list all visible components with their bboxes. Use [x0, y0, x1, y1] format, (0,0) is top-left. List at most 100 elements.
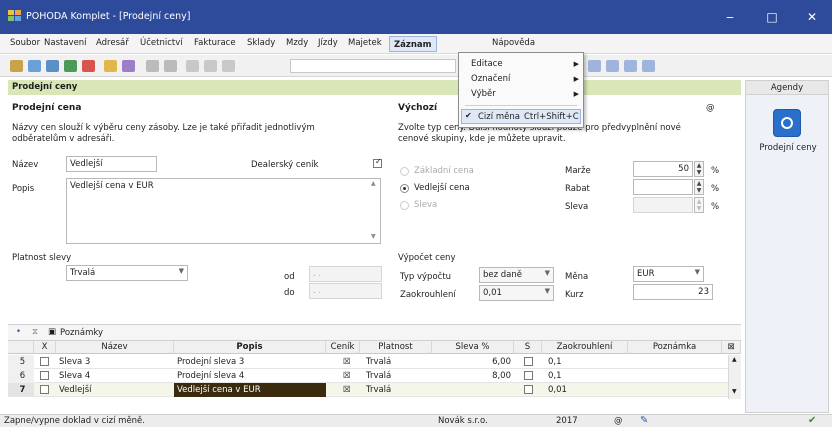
filter-icon[interactable] [104, 60, 117, 72]
at-icon: @ [706, 103, 715, 113]
dealer-checkbox[interactable]: ✓ [373, 157, 382, 168]
row-checkbox[interactable] [40, 385, 49, 394]
calc-title: Výpočet ceny [398, 253, 456, 263]
pohoda-logo-icon[interactable] [773, 109, 801, 137]
header-note[interactable]: Poznámka [628, 341, 722, 354]
tab-notes[interactable]: Poznámky [60, 328, 103, 338]
menu-item-editace[interactable]: Editace [471, 59, 503, 69]
disk-icon[interactable] [186, 60, 199, 72]
row-checkbox[interactable] [40, 371, 49, 380]
header-rounding[interactable]: Zaokrouhlení [542, 341, 628, 354]
rabat-field[interactable] [633, 179, 693, 195]
radio-side-price[interactable] [400, 184, 409, 193]
filter-funnel-icon[interactable]: ⧖ [32, 327, 38, 337]
validity-title: Platnost slevy [12, 253, 72, 263]
menu-item-vyber[interactable]: Výběr [471, 89, 496, 99]
menu-soubor[interactable]: Soubor [10, 38, 40, 48]
view-icon[interactable] [588, 60, 601, 72]
menu-jizdy[interactable]: Jízdy [318, 38, 338, 48]
zaznam-dropdown-menu: Editace ▶ Označení ▶ Výběr ▶ ✔ Cizí měna… [458, 52, 584, 128]
menu-zaznam[interactable]: Záznam [389, 36, 437, 52]
validity-select[interactable]: Trvalá ▼ [66, 265, 188, 281]
header-validity[interactable]: Platnost [360, 341, 432, 354]
header-s[interactable]: S [514, 341, 542, 354]
menu-item-oznaceni[interactable]: Označení [471, 74, 510, 84]
status-year: 2017 [556, 416, 578, 426]
minimize-button[interactable]: ‒ [710, 0, 750, 34]
radio-base-price[interactable] [400, 167, 409, 176]
status-at-icon: @ [614, 416, 623, 426]
round-select[interactable]: 0,01 ▼ [479, 285, 554, 301]
agenda-item-prodejni-ceny[interactable]: Prodejní ceny [746, 143, 830, 153]
disk-all-icon[interactable] [204, 60, 217, 72]
to-date-field[interactable]: . . [309, 283, 382, 299]
add-icon[interactable] [146, 60, 159, 72]
header-description[interactable]: Popis [174, 341, 326, 354]
scroll-down-icon[interactable]: ▼ [371, 233, 376, 240]
margin-field[interactable]: 50 [633, 161, 693, 177]
columns-icon[interactable]: ⊠ [722, 341, 741, 354]
menu-nastaveni[interactable]: Nastavení [44, 38, 87, 48]
menu-napoveda[interactable]: Nápověda [492, 38, 535, 48]
header-row-number [8, 341, 34, 354]
grid-scrollbar[interactable]: ▲ ▼ [728, 355, 741, 399]
sleva-spinner[interactable]: ▲ ▼ [694, 197, 704, 213]
print-icon[interactable] [64, 60, 77, 72]
table-row-selected[interactable]: 7 Vedlejší Vedlejší cena v EUR ☒ Trvalá … [8, 383, 741, 397]
table-row[interactable]: 5 Sleva 3 Prodejní sleva 3 ☒ Trvalá 6,00… [8, 355, 741, 369]
save-icon[interactable] [10, 60, 23, 72]
calc-type-select[interactable]: bez daně ▼ [479, 267, 554, 283]
sleva-percent: % [711, 202, 720, 212]
s-checkbox[interactable] [524, 385, 533, 394]
menu-adresar[interactable]: Adresář [96, 38, 129, 48]
data-grid: X Název Popis Ceník Platnost Sleva % S Z… [8, 341, 741, 413]
header-name[interactable]: Název [56, 341, 174, 354]
chevron-down-icon: ▼ [544, 287, 550, 295]
header-discount[interactable]: Sleva % [432, 341, 514, 354]
table-row[interactable]: 6 Sleva 4 Prodejní sleva 4 ☒ Trvalá 8,00… [8, 369, 741, 383]
maximize-button[interactable]: □ [752, 0, 792, 34]
sleva-field[interactable] [633, 197, 693, 213]
settings-icon[interactable] [642, 60, 655, 72]
desc-field[interactable]: Vedlejší cena v EUR [66, 178, 381, 244]
from-date-field[interactable]: . . [309, 266, 382, 282]
quick-search-input[interactable] [290, 59, 456, 73]
new-record-icon[interactable] [28, 60, 41, 72]
menu-majetek[interactable]: Majetek [348, 38, 382, 48]
edit-icon[interactable] [122, 60, 135, 72]
menu-bar: Soubor Nastavení Adresář Účetnictví Fakt… [0, 34, 832, 54]
table-view-icon[interactable] [606, 60, 619, 72]
scroll-up-icon[interactable]: ▲ [371, 180, 376, 187]
rabat-spinner[interactable]: ▲ ▼ [694, 179, 704, 195]
scroll-down-icon[interactable]: ▼ [732, 388, 737, 395]
menu-mzdy[interactable]: Mzdy [286, 38, 308, 48]
currency-select[interactable]: EUR ▼ [633, 266, 704, 282]
rate-field[interactable]: 23 [633, 284, 713, 300]
s-checkbox[interactable] [524, 371, 533, 380]
menu-ucetnictvi[interactable]: Účetnictví [140, 38, 183, 48]
copy-icon[interactable] [46, 60, 59, 72]
ok-check-icon: ✔ [808, 415, 817, 426]
close-button[interactable]: ✕ [792, 0, 832, 34]
panel-title: Prodejní ceny [8, 80, 741, 95]
header-x[interactable]: X [34, 341, 56, 354]
clipboard-icon[interactable] [222, 60, 235, 72]
menu-sklady[interactable]: Sklady [247, 38, 275, 48]
delete-icon[interactable] [82, 60, 95, 72]
pohoda-app-icon [8, 10, 21, 21]
menu-item-cizi-mena[interactable]: ✔ Cizí měna Ctrl+Shift+C [461, 109, 581, 124]
name-field[interactable]: Vedlejší [66, 156, 157, 172]
s-checkbox[interactable] [524, 357, 533, 366]
menu-fakturace[interactable]: Fakturace [194, 38, 236, 48]
pricelist-checked-icon: ☒ [343, 371, 351, 381]
row-checkbox[interactable] [40, 357, 49, 366]
form-view-icon[interactable] [624, 60, 637, 72]
scroll-up-icon[interactable]: ▲ [732, 356, 737, 363]
calc-type-label: Typ výpočtu [400, 272, 452, 282]
check-icon: ✔ [465, 111, 472, 120]
pricelist-checked-icon: ☒ [343, 385, 351, 395]
header-pricelist[interactable]: Ceník [326, 341, 360, 354]
remove-icon[interactable] [164, 60, 177, 72]
radio-discount[interactable] [400, 201, 409, 210]
margin-spinner[interactable]: ▲ ▼ [694, 161, 704, 177]
